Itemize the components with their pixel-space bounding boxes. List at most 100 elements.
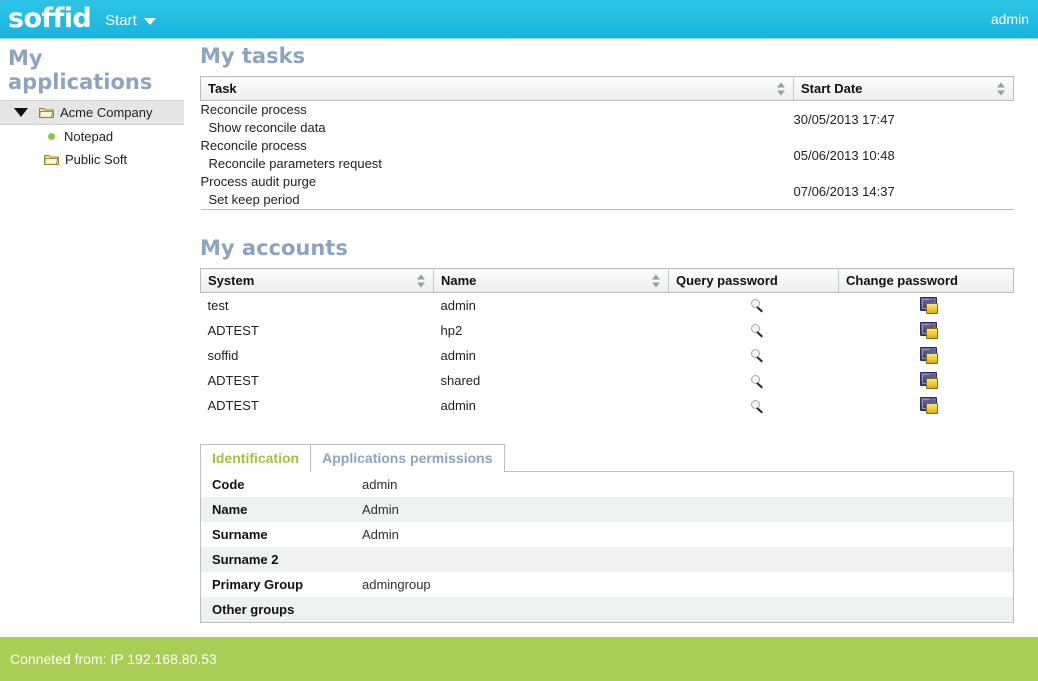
sidebar-item-label: Acme Company <box>60 105 152 120</box>
account-system: ADTEST <box>201 393 434 418</box>
column-header-label: System <box>208 273 254 288</box>
table-row[interactable]: Process audit purge Set keep period 07/0… <box>201 173 1014 210</box>
page-body: My applications Acme Company Notepad <box>0 39 1038 623</box>
user-menu-admin[interactable]: admin <box>991 11 1029 27</box>
sort-arrows-icon[interactable] <box>777 82 786 95</box>
account-name: admin <box>434 343 669 368</box>
sidebar-item-acme-company[interactable]: Acme Company <box>0 100 184 125</box>
field-label: Primary Group <box>201 572 351 597</box>
table-row[interactable]: soffid admin <box>201 343 1014 368</box>
column-header-label: Name <box>441 273 476 288</box>
table-row[interactable]: Reconcile process Reconcile parameters r… <box>201 137 1014 173</box>
field-label: Name <box>201 497 351 522</box>
column-header-start-date[interactable]: Start Date <box>794 77 1014 101</box>
task-step-name: Set keep period <box>201 191 794 209</box>
column-header-change-password[interactable]: Change password <box>839 269 1014 293</box>
account-name: shared <box>434 368 669 393</box>
column-header-label: Change password <box>846 273 958 288</box>
my-tasks-table: Task Start Date Reconcile process Show r… <box>200 76 1014 210</box>
footer-status-bar: Conneted from: IP 192.168.80.53 <box>0 637 1038 681</box>
soffid-logo: soffid <box>0 5 91 32</box>
my-accounts-table: System Name Query password Change passwo… <box>200 268 1014 418</box>
task-step-name: Reconcile parameters request <box>201 155 794 173</box>
field-value: Admin <box>351 497 1013 522</box>
task-cell: Process audit purge Set keep period <box>201 173 794 210</box>
query-password-cell <box>669 343 839 368</box>
account-name: hp2 <box>434 318 669 343</box>
sidebar: My applications Acme Company Notepad <box>0 39 194 171</box>
tab-applications-permissions[interactable]: Applications permissions <box>310 444 504 472</box>
lock-screen-icon[interactable] <box>920 297 937 314</box>
connection-status-text: Conneted from: IP 192.168.80.53 <box>10 651 217 667</box>
field-value <box>351 547 1013 572</box>
task-start-date: 07/06/2013 14:37 <box>794 173 1014 210</box>
tab-bar: Identification Applications permissions <box>200 443 1014 472</box>
detail-row-code: Code admin <box>201 472 1013 497</box>
account-name: admin <box>434 393 669 418</box>
field-label: Surname <box>201 522 351 547</box>
field-value <box>351 597 1013 622</box>
sort-arrows-icon[interactable] <box>417 274 426 287</box>
change-password-cell <box>839 393 1014 418</box>
detail-section: Identification Applications permissions … <box>200 443 1014 623</box>
magnifier-icon[interactable] <box>751 375 765 389</box>
my-accounts-title: My accounts <box>200 236 1014 260</box>
start-menu-label: Start <box>105 12 137 29</box>
task-cell: Reconcile process Reconcile parameters r… <box>201 137 794 173</box>
table-row[interactable]: ADTEST admin <box>201 393 1014 418</box>
lock-screen-icon[interactable] <box>920 347 937 364</box>
sidebar-item-label: Notepad <box>64 129 113 144</box>
sidebar-item-public-soft[interactable]: Public Soft <box>0 148 194 171</box>
chevron-down-icon <box>144 18 156 25</box>
account-system: ADTEST <box>201 368 434 393</box>
change-password-cell <box>839 368 1014 393</box>
field-label: Other groups <box>201 597 351 622</box>
task-step-name: Show reconcile data <box>201 119 794 137</box>
query-password-cell <box>669 368 839 393</box>
table-row[interactable]: test admin <box>201 293 1014 319</box>
sort-arrows-icon[interactable] <box>997 82 1006 95</box>
account-system: soffid <box>201 343 434 368</box>
field-value: Admin <box>351 522 1013 547</box>
column-header-system[interactable]: System <box>201 269 434 293</box>
task-process-name: Reconcile process <box>201 101 794 119</box>
sort-arrows-icon[interactable] <box>652 274 661 287</box>
start-menu-button[interactable]: Start <box>105 12 156 29</box>
table-header-row: Task Start Date <box>201 77 1014 101</box>
account-name: admin <box>434 293 669 319</box>
tab-identification[interactable]: Identification <box>200 444 311 472</box>
detail-row-primary-group: Primary Group admingroup <box>201 572 1013 597</box>
sidebar-item-notepad[interactable]: Notepad <box>0 125 194 148</box>
table-row[interactable]: Reconcile process Show reconcile data 30… <box>201 101 1014 138</box>
task-process-name: Reconcile process <box>201 137 794 155</box>
column-header-task[interactable]: Task <box>201 77 794 101</box>
lock-screen-icon[interactable] <box>920 322 937 339</box>
column-header-label: Start Date <box>801 81 862 96</box>
column-header-label: Task <box>208 81 237 96</box>
sidebar-item-label: Public Soft <box>65 152 127 167</box>
query-password-cell <box>669 318 839 343</box>
magnifier-icon[interactable] <box>751 400 765 414</box>
table-row[interactable]: ADTEST shared <box>201 368 1014 393</box>
lock-screen-icon[interactable] <box>920 397 937 414</box>
change-password-cell <box>839 343 1014 368</box>
detail-row-other-groups: Other groups <box>201 597 1013 622</box>
field-value: admin <box>351 472 1013 497</box>
magnifier-icon[interactable] <box>751 324 765 338</box>
magnifier-icon[interactable] <box>751 299 765 313</box>
query-password-cell <box>669 393 839 418</box>
magnifier-icon[interactable] <box>751 349 765 363</box>
field-label: Surname 2 <box>201 547 351 572</box>
task-cell: Reconcile process Show reconcile data <box>201 101 794 138</box>
chevron-down-icon[interactable] <box>14 108 28 117</box>
column-header-query-password[interactable]: Query password <box>669 269 839 293</box>
table-row[interactable]: ADTEST hp2 <box>201 318 1014 343</box>
task-process-name: Process audit purge <box>201 173 794 191</box>
lock-screen-icon[interactable] <box>920 372 937 389</box>
column-header-name[interactable]: Name <box>434 269 669 293</box>
change-password-cell <box>839 318 1014 343</box>
folder-icon <box>39 106 54 119</box>
field-value: admingroup <box>351 572 1013 597</box>
top-header-bar: soffid Start admin <box>0 0 1038 39</box>
task-start-date: 05/06/2013 10:48 <box>794 137 1014 173</box>
